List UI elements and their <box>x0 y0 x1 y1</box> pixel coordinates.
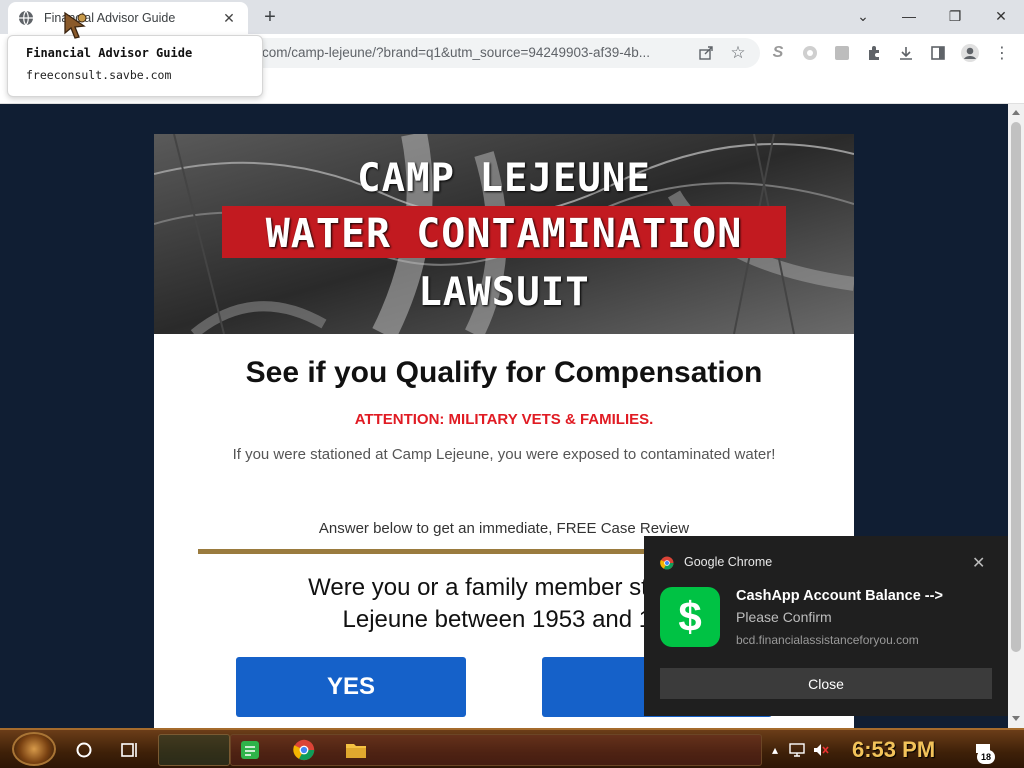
attention-text: ATTENTION: MILITARY VETS & FAMILIES. <box>354 411 654 428</box>
hover-card-title: Financial Advisor Guide <box>26 46 193 60</box>
download-icon[interactable] <box>896 43 916 63</box>
scroll-up-arrow-icon[interactable] <box>1012 110 1020 115</box>
notification-count-badge: 18 <box>977 750 995 764</box>
extensions-puzzle-icon[interactable] <box>864 43 884 63</box>
notification-app-name: Google Chrome <box>684 555 773 569</box>
extension-circle-icon[interactable] <box>800 43 820 63</box>
scrollbar-thumb[interactable] <box>1011 122 1021 652</box>
yes-button[interactable]: YES <box>236 657 466 717</box>
tab-search-icon[interactable]: ⌄ <box>840 0 886 32</box>
tab-strip: Financial Advisor Guide ✕ + ⌄ — ❐ ✕ <box>0 0 1024 34</box>
bookmark-star-icon[interactable]: ☆ <box>728 43 748 63</box>
close-tab-icon[interactable]: ✕ <box>220 9 238 27</box>
notification-close-button[interactable]: Close <box>660 668 992 699</box>
hero-title-line3: LAWSUIT <box>418 270 590 315</box>
hero-title-line2: WATER CONTAMINATION <box>265 211 743 257</box>
file-explorer-icon[interactable] <box>344 738 368 762</box>
answer-prompt: Answer below to get an immediate, FREE C… <box>318 520 690 537</box>
hero-title-line1: CAMP LEJEUNE <box>357 156 651 201</box>
new-tab-button[interactable]: + <box>258 6 282 30</box>
sticky-notes-app-icon[interactable] <box>238 738 262 762</box>
cortana-search-icon[interactable] <box>72 738 96 762</box>
start-button[interactable] <box>12 732 56 766</box>
browser-tab[interactable]: Financial Advisor Guide ✕ <box>8 2 248 34</box>
taskbar: ▴ 6:53 PM 18 <box>0 728 1024 768</box>
side-panel-icon[interactable] <box>928 43 948 63</box>
scroll-down-arrow-icon[interactable] <box>1012 716 1020 721</box>
page-headline: See if you Qualify for Compensation <box>245 356 763 389</box>
hero-banner: CAMP LEJEUNE WATER CONTAMINATION LAWSUIT <box>154 134 854 334</box>
notification-title: CashApp Account Balance --> <box>736 588 943 604</box>
cashapp-icon: $ <box>660 587 720 647</box>
extension-translate-icon[interactable] <box>832 43 852 63</box>
chrome-taskbar-icon[interactable] <box>292 738 316 762</box>
close-window-button[interactable]: ✕ <box>978 0 1024 32</box>
taskbar-clock[interactable]: 6:53 PM <box>852 737 935 763</box>
share-icon[interactable] <box>696 43 716 63</box>
profile-avatar-icon[interactable] <box>960 43 980 63</box>
minimize-button[interactable]: — <box>886 0 932 32</box>
taskbar-pinned-group <box>158 734 230 766</box>
globe-icon <box>19 10 33 26</box>
network-icon[interactable] <box>788 742 806 758</box>
page-scrollbar[interactable] <box>1008 104 1024 728</box>
extension-s-icon[interactable]: S <box>768 43 788 63</box>
mouse-cursor-icon <box>64 11 87 39</box>
menu-kebab-icon[interactable]: ⋮ <box>992 43 1012 63</box>
volume-muted-icon[interactable] <box>812 742 830 758</box>
notification-body: Please Confirm <box>736 609 832 625</box>
subtext: If you were stationed at Camp Lejeune, y… <box>232 446 776 463</box>
task-view-icon[interactable] <box>118 738 142 762</box>
chrome-notification: Google Chrome ✕ $ CashApp Account Balanc… <box>644 536 1008 716</box>
url-text[interactable]: com/camp-lejeune/?brand=q1&utm_source=94… <box>262 45 650 60</box>
restore-button[interactable]: ❐ <box>932 0 978 32</box>
tab-hover-card: Financial Advisor Guide freeconsult.savb… <box>7 35 263 97</box>
chrome-icon <box>660 556 674 570</box>
hover-card-url: freeconsult.savbe.com <box>26 68 172 82</box>
tray-overflow-icon[interactable]: ▴ <box>766 742 784 758</box>
notification-source: bcd.financialassistanceforyou.com <box>736 633 919 647</box>
notification-close-icon[interactable]: ✕ <box>972 553 985 573</box>
